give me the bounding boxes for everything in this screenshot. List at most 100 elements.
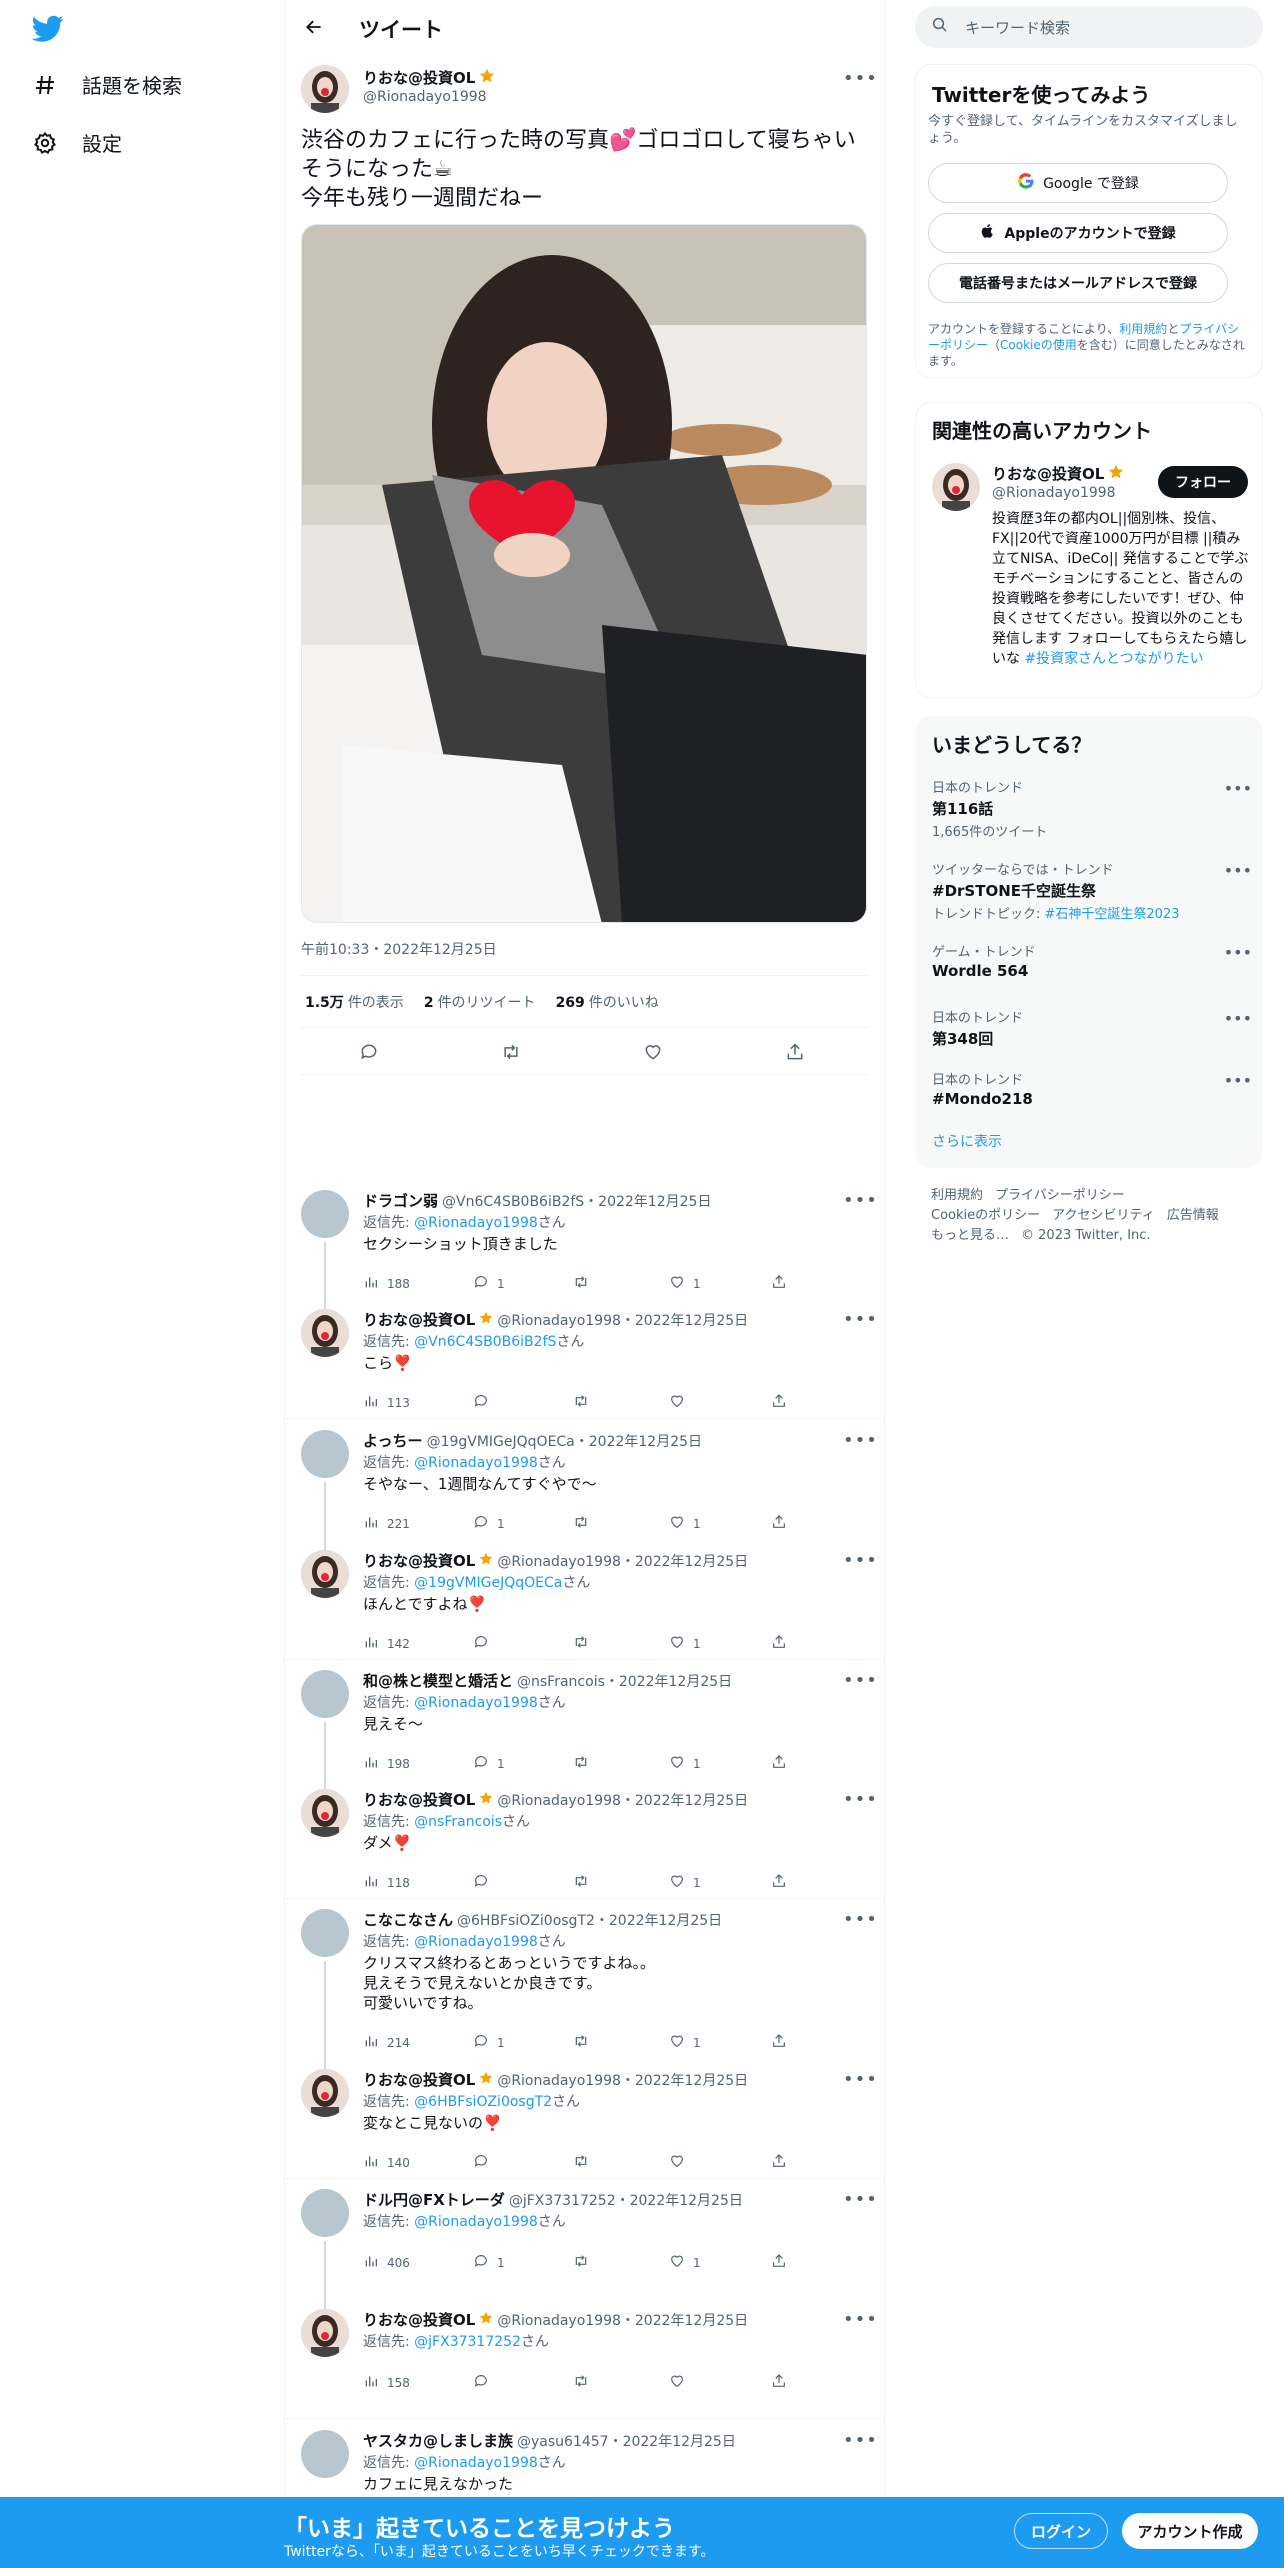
reply-author-name[interactable]: こなこなさん	[363, 1909, 453, 1930]
related-name[interactable]: りおな@投資OL	[992, 463, 1124, 484]
trend-item[interactable]: 日本のトレンド 第116話 1,665件のツイート •••	[932, 777, 1252, 840]
footer-accessibility-link[interactable]: アクセシビリティ	[1052, 1208, 1155, 1223]
reply-to-link[interactable]: @Rionadayo1998	[414, 1455, 538, 1471]
trend-item[interactable]: 日本のトレンド 第348回 •••	[932, 1007, 1252, 1049]
follow-button[interactable]: フォロー	[1158, 466, 1248, 498]
reply-avatar[interactable]	[301, 1909, 349, 1957]
reply-comment-action[interactable]: 1	[473, 1514, 505, 1533]
reply-like-action[interactable]	[669, 2373, 693, 2392]
reply-more-icon[interactable]: •••	[843, 2071, 878, 2089]
reply-retweet-action[interactable]	[573, 2373, 597, 2392]
footer-terms-link[interactable]: 利用規約	[931, 1188, 983, 1203]
reply-avatar[interactable]	[301, 1190, 349, 1238]
footer-cookie-link[interactable]: Cookieのポリシー	[931, 1208, 1040, 1223]
reply-retweet-action[interactable]	[573, 1393, 597, 1412]
reply-avatar[interactable]	[301, 1430, 349, 1478]
tweet-author-name[interactable]: りおな@投資OL	[363, 67, 495, 88]
trend-item[interactable]: ツイッターならでは・トレンド #DrSTONE千空誕生祭 トレンドトピック: #石神…	[932, 859, 1252, 922]
reply-more-icon[interactable]: •••	[843, 1911, 878, 1929]
reply-views-action[interactable]: 140	[363, 2153, 410, 2172]
tweet-author-avatar[interactable]	[301, 65, 349, 113]
reply-author-name[interactable]: りおな@投資OL	[363, 2069, 475, 2090]
share-icon[interactable]	[783, 1040, 807, 1064]
reply-comment-action[interactable]	[473, 1634, 497, 1653]
reply-handle-date[interactable]: @nsFrancois・2022年12月25日	[517, 1671, 732, 1691]
reply-share-action[interactable]	[771, 2253, 787, 2272]
trend-more-icon[interactable]: •••	[1224, 1071, 1252, 1090]
reply-comment-action[interactable]	[473, 2373, 497, 2392]
reply-like-action[interactable]: 1	[669, 1514, 701, 1533]
reply-to-link[interactable]: @Rionadayo1998	[414, 2455, 538, 2471]
reply-retweet-action[interactable]	[573, 1514, 597, 1533]
reply-item[interactable]: りおな@投資OL @Rionadayo1998・2022年12月25日 ••• 返信先…	[285, 1789, 885, 1899]
reply-item[interactable]: りおな@投資OL @Rionadayo1998・2022年12月25日 ••• 返信先…	[285, 1309, 885, 1419]
reply-avatar[interactable]	[301, 1789, 349, 1837]
reply-author-name[interactable]: りおな@投資OL	[363, 1789, 475, 1810]
reply-share-action[interactable]	[771, 1873, 787, 1892]
reply-retweet-action[interactable]	[573, 2153, 597, 2172]
signup-button[interactable]: アカウント作成	[1122, 2513, 1258, 2549]
nav-settings[interactable]: 設定	[32, 128, 122, 157]
twitter-logo-icon[interactable]	[31, 12, 64, 44]
trend-more-icon[interactable]: •••	[1224, 861, 1252, 880]
related-bio-hashtag[interactable]: #投資家さんとつながりたい	[1024, 651, 1203, 667]
reply-views-action[interactable]: 158	[363, 2373, 410, 2392]
reply-comment-action[interactable]	[473, 1393, 497, 1412]
reply-handle-date[interactable]: @Rionadayo1998・2022年12月25日	[497, 2310, 748, 2330]
reply-more-icon[interactable]: •••	[843, 2311, 878, 2329]
reply-comment-action[interactable]: 1	[473, 2033, 505, 2052]
reply-author-name[interactable]: りおな@投資OL	[363, 2309, 475, 2330]
reply-handle-date[interactable]: @Rionadayo1998・2022年12月25日	[497, 2070, 748, 2090]
footer-privacy-link[interactable]: プライバシーポリシー	[995, 1188, 1125, 1203]
reply-comment-action[interactable]: 1	[473, 1754, 505, 1773]
reply-more-icon[interactable]: •••	[843, 1791, 878, 1809]
reply-handle-date[interactable]: @Rionadayo1998・2022年12月25日	[497, 1310, 748, 1330]
apple-signup-button[interactable]: Appleのアカウントで登録	[928, 213, 1228, 253]
trend-item[interactable]: 日本のトレンド #Mondo218 •••	[932, 1069, 1252, 1108]
reply-views-action[interactable]: 188	[363, 1274, 410, 1293]
reply-item[interactable]: りおな@投資OL @Rionadayo1998・2022年12月25日 ••• 返信先…	[285, 1550, 885, 1660]
reply-views-action[interactable]: 406	[363, 2253, 410, 2272]
reply-share-action[interactable]	[771, 2373, 787, 2392]
reply-item[interactable]: ドラゴン弱 @Vn6C4SB0B6iB2fS・2022年12月25日 ••• 返信先:…	[285, 1190, 885, 1312]
login-button[interactable]: ログイン	[1014, 2513, 1108, 2549]
reply-like-action[interactable]	[669, 2153, 693, 2172]
views-stat[interactable]: 1.5万 件の表示	[305, 992, 404, 1012]
reply-more-icon[interactable]: •••	[843, 2432, 878, 2450]
reply-like-action[interactable]: 1	[669, 1873, 701, 1892]
related-avatar[interactable]	[932, 463, 980, 511]
reply-comment-action[interactable]: 1	[473, 2253, 505, 2272]
reply-more-icon[interactable]: •••	[843, 1552, 878, 1570]
search-box[interactable]: キーワード検索	[915, 6, 1263, 48]
tweet-photo[interactable]	[301, 224, 867, 923]
reply-comment-action[interactable]	[473, 2153, 497, 2172]
cookie-link[interactable]: Cookieの使用	[1000, 338, 1077, 352]
trend-more-icon[interactable]: •••	[1224, 779, 1252, 798]
reply-share-action[interactable]	[771, 2153, 787, 2172]
reply-avatar[interactable]	[301, 1309, 349, 1357]
reply-retweet-action[interactable]	[573, 1634, 597, 1653]
trends-show-more[interactable]: さらに表示	[932, 1131, 1002, 1151]
tweet-more-icon[interactable]: •••	[843, 70, 878, 88]
reply-to-link[interactable]: @19gVMIGeJQqOECa	[414, 1575, 562, 1591]
reply-handle-date[interactable]: @yasu61457・2022年12月25日	[517, 2431, 736, 2451]
reply-to-link[interactable]: @Rionadayo1998	[414, 2214, 538, 2230]
reply-author-name[interactable]: よっちー	[363, 1430, 423, 1451]
reply-author-name[interactable]: りおな@投資OL	[363, 1550, 475, 1571]
reply-like-action[interactable]	[669, 1393, 693, 1412]
related-handle[interactable]: @Rionadayo1998	[992, 485, 1116, 501]
reply-to-link[interactable]: @nsFrancois	[414, 1814, 502, 1830]
trend-more-icon[interactable]: •••	[1224, 943, 1252, 962]
reply-author-name[interactable]: 和@株と模型と婚活と	[363, 1670, 513, 1691]
reply-item[interactable]: よっちー @19gVMIGeJQqOECa・2022年12月25日 ••• 返信先: …	[285, 1430, 885, 1552]
reply-avatar[interactable]	[301, 2189, 349, 2237]
reply-share-action[interactable]	[771, 1514, 787, 1533]
reply-views-action[interactable]: 198	[363, 1754, 410, 1773]
reply-item[interactable]: 和@株と模型と婚活と @nsFrancois・2022年12月25日 ••• 返信先:…	[285, 1670, 885, 1792]
reply-more-icon[interactable]: •••	[843, 1192, 878, 1210]
reply-more-icon[interactable]: •••	[843, 1432, 878, 1450]
reply-views-action[interactable]: 113	[363, 1393, 410, 1412]
reply-share-action[interactable]	[771, 2033, 787, 2052]
reply-like-action[interactable]: 1	[669, 1274, 701, 1293]
reply-share-action[interactable]	[771, 1634, 787, 1653]
